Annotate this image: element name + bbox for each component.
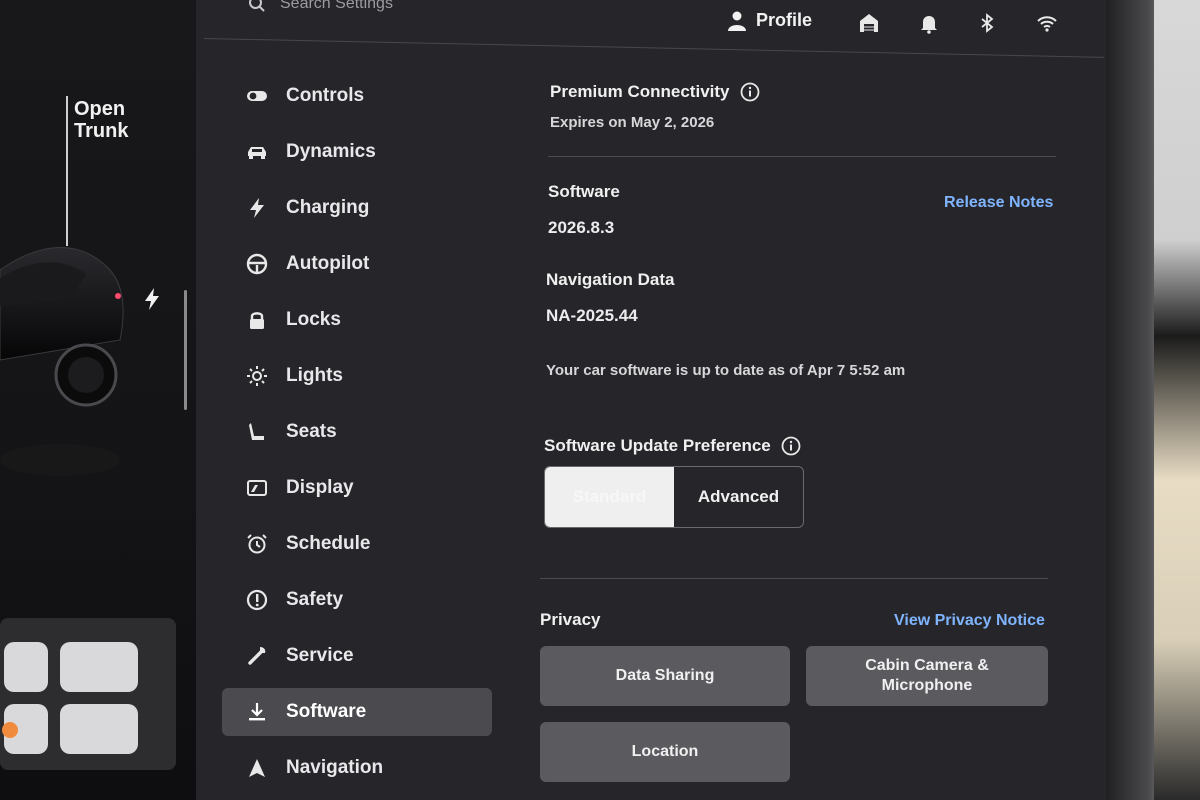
background-strip	[1154, 0, 1200, 800]
nav-item-display[interactable]: Display	[222, 464, 492, 512]
navigation-data-version: NA-2025.44	[546, 306, 638, 325]
car-visualization-panel: Open Trunk	[0, 0, 196, 800]
nav-label: Lights	[286, 365, 343, 386]
nav-item-locks[interactable]: Locks	[222, 296, 492, 344]
nav-label: Software	[286, 701, 367, 722]
seat-icon	[249, 423, 264, 440]
charge-bolt-icon[interactable]	[143, 288, 161, 310]
nav-item-lights[interactable]: Lights	[222, 352, 492, 400]
seat-icon	[2, 642, 138, 754]
nav-label: Locks	[286, 309, 341, 330]
wifi-icon[interactable]	[1036, 12, 1058, 34]
search-placeholder: Search Settings	[280, 0, 393, 12]
section-divider	[540, 578, 1048, 579]
seat-heater-map[interactable]	[0, 618, 176, 770]
nav-label: Display	[286, 477, 354, 498]
cabin-camera-label-line1: Cabin Camera &	[865, 657, 989, 674]
nav-item-service[interactable]: Service	[222, 632, 492, 680]
search-icon	[249, 0, 265, 12]
open-trunk-label-line2: Trunk	[74, 120, 129, 142]
privacy-title: Privacy	[540, 610, 601, 629]
screen-bezel	[1106, 0, 1200, 800]
cabin-camera-label-line2: Microphone	[881, 677, 973, 694]
nav-label: Navigation	[286, 757, 384, 778]
cabin-camera-microphone-button[interactable]: Cabin Camera & Microphone	[806, 646, 1048, 706]
navigation-arrow-icon	[249, 759, 265, 777]
connectivity-expiry: Expires on May 2, 2026	[550, 114, 715, 131]
profile-label: Profile	[756, 10, 813, 30]
wrench-icon	[248, 647, 266, 665]
car-icon	[248, 147, 266, 159]
nav-label: Schedule	[286, 533, 371, 554]
person-icon	[728, 11, 746, 31]
release-notes-link[interactable]: Release Notes	[944, 194, 1053, 212]
top-divider	[203, 38, 1104, 58]
software-label: Software	[548, 182, 620, 201]
settings-screen: Search Settings Profile Controls Dynamic…	[196, 0, 1106, 800]
update-preference-label: Software Update Preference	[544, 436, 771, 455]
bluetooth-icon[interactable]	[976, 12, 998, 34]
bolt-icon	[250, 198, 264, 218]
car-view-scrollbar[interactable]	[184, 290, 187, 410]
option-standard[interactable]: Standard	[545, 467, 674, 527]
software-version: 2026.8.3	[548, 218, 615, 237]
trunk-pointer-line	[66, 96, 68, 246]
data-sharing-button[interactable]: Data Sharing	[540, 646, 790, 706]
toggle-icon	[247, 91, 267, 101]
nav-item-controls[interactable]: Controls	[222, 72, 492, 120]
lock-icon	[250, 312, 264, 329]
view-privacy-notice-link[interactable]: View Privacy Notice	[894, 612, 1045, 630]
update-preference-title: Software Update Preference	[544, 436, 801, 456]
premium-connectivity-label: Premium Connectivity	[550, 82, 730, 101]
download-icon	[249, 703, 265, 721]
nav-item-autopilot[interactable]: Autopilot	[222, 240, 492, 288]
nav-label: Safety	[286, 589, 344, 610]
info-icon[interactable]	[781, 436, 801, 456]
info-icon[interactable]	[740, 82, 760, 102]
update-preference-toggle: Standard Advanced	[544, 466, 804, 528]
top-bar: Search Settings Profile	[196, 0, 1106, 70]
nav-item-dynamics[interactable]: Dynamics	[222, 128, 492, 176]
section-divider	[548, 156, 1056, 157]
nav-label: Dynamics	[286, 141, 376, 162]
option-advanced[interactable]: Advanced	[674, 467, 803, 527]
nav-item-charging[interactable]: Charging	[222, 184, 492, 232]
alert-circle-icon	[246, 589, 268, 611]
nav-label: Charging	[286, 197, 370, 218]
profile-button[interactable]: Profile	[728, 10, 812, 31]
nav-label: Service	[286, 645, 354, 666]
search-field[interactable]: Search Settings	[248, 0, 393, 16]
nav-item-software[interactable]: Software	[222, 688, 492, 736]
location-button[interactable]: Location	[540, 722, 790, 782]
nav-item-seats[interactable]: Seats	[222, 408, 492, 456]
software-status-text: Your car software is up to date as of Ap…	[546, 362, 906, 379]
nav-item-navigation[interactable]: Navigation	[222, 744, 492, 792]
open-trunk-button[interactable]: Open Trunk	[74, 98, 128, 142]
display-icon	[247, 480, 267, 496]
nav-item-schedule[interactable]: Schedule	[222, 520, 492, 568]
alarm-clock-icon	[247, 534, 267, 554]
nav-item-safety[interactable]: Safety	[222, 576, 492, 624]
car-render	[0, 247, 124, 476]
nav-label: Seats	[286, 421, 337, 442]
garage-icon[interactable]	[858, 12, 880, 34]
nav-label: Autopilot	[286, 253, 370, 274]
nav-label: Controls	[286, 85, 365, 106]
steering-wheel-icon	[246, 253, 268, 275]
open-trunk-label-line1: Open	[74, 98, 126, 120]
bell-icon[interactable]	[918, 12, 940, 34]
navigation-data-label: Navigation Data	[546, 270, 675, 289]
sun-icon	[247, 366, 267, 386]
premium-connectivity-title: Premium Connectivity	[550, 82, 760, 102]
